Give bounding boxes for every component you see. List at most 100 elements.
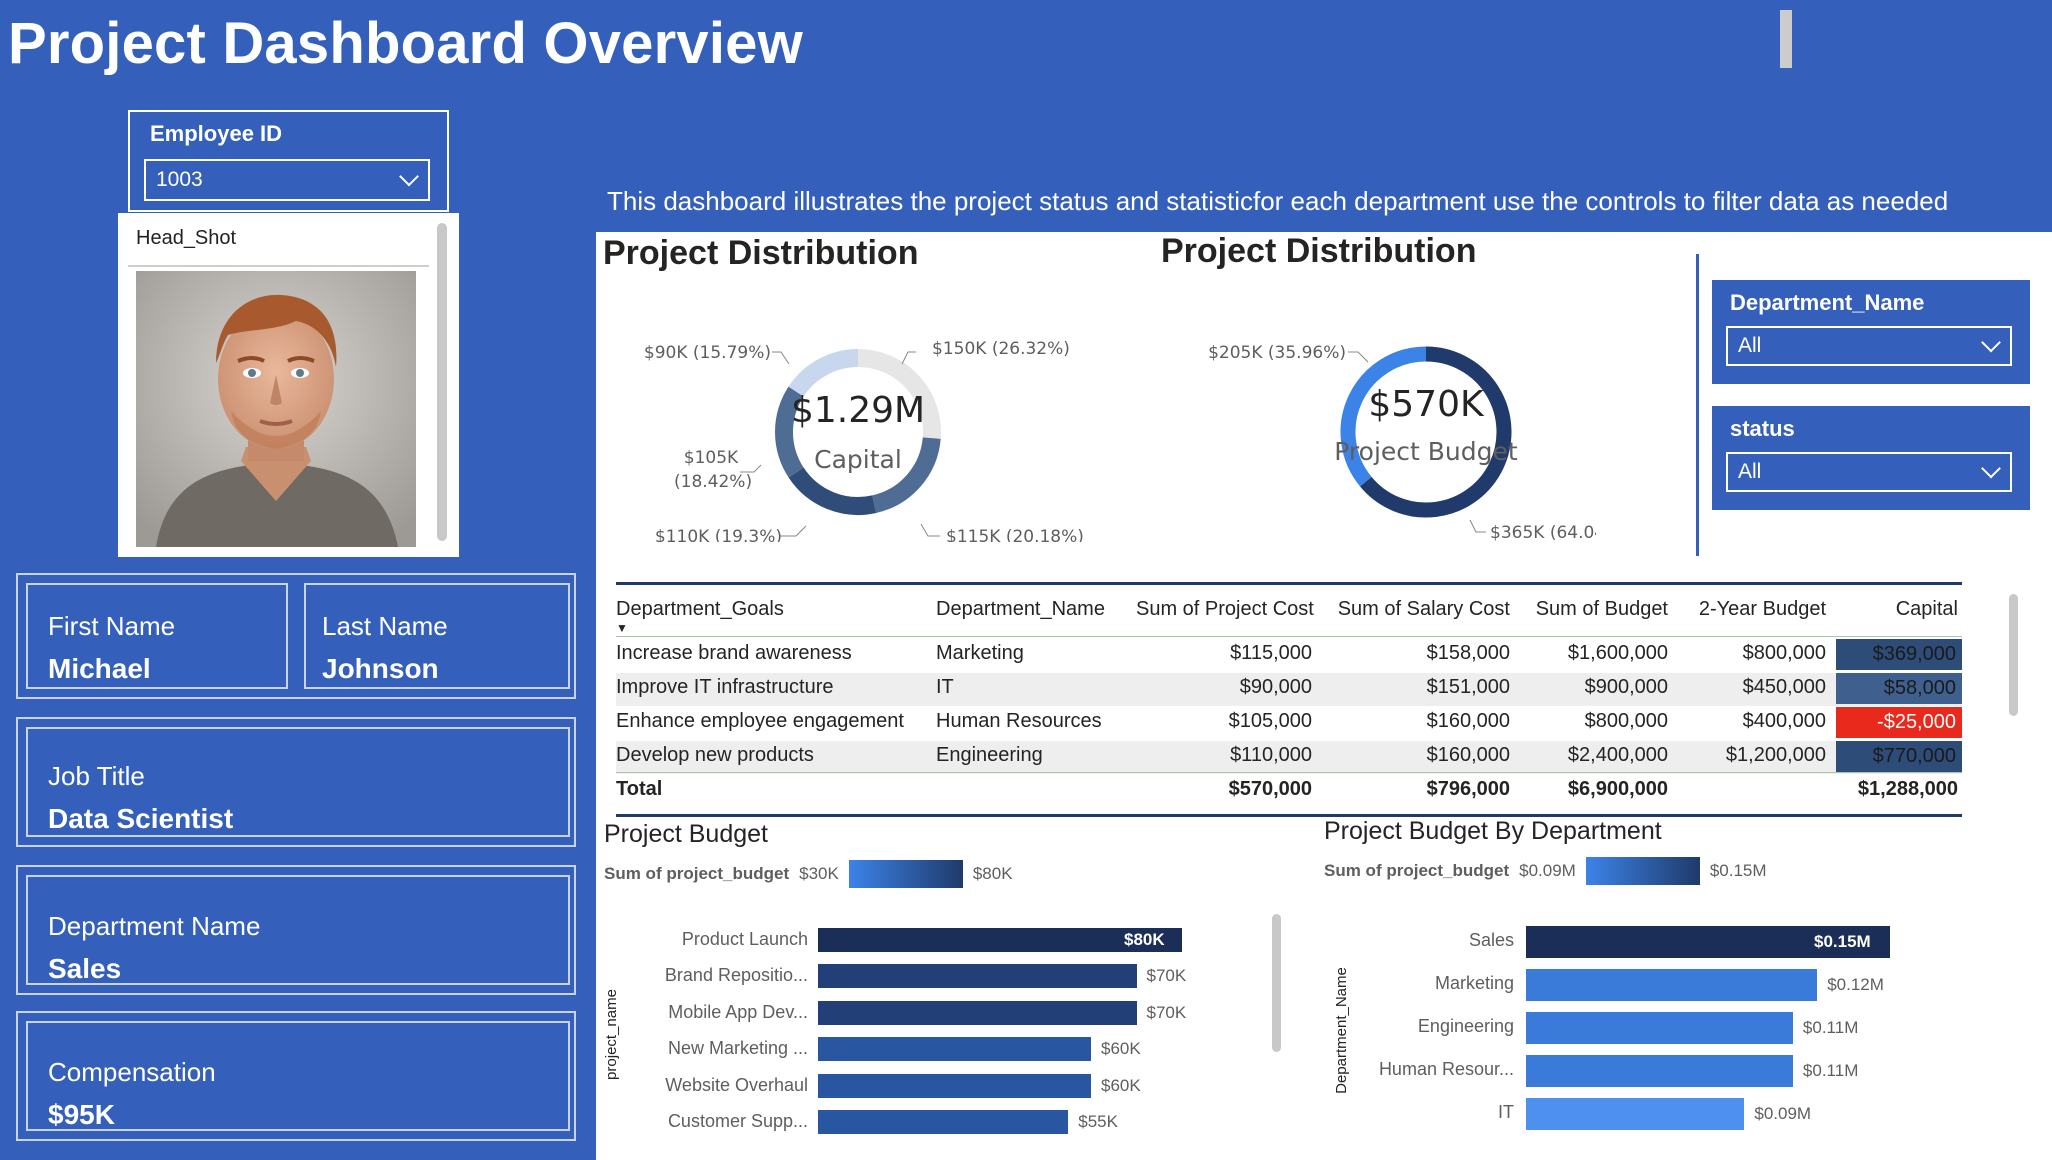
- compensation-value: $95K: [48, 1099, 115, 1130]
- table-cell: $90,000: [1239, 676, 1312, 698]
- scrollbar[interactable]: [437, 223, 447, 541]
- department-budget-legend: Sum of project_budget $0.09M $0.15M: [1324, 857, 1767, 885]
- capital-label-115k: $115K (20.18%): [946, 527, 1084, 542]
- chevron-down-icon: [1981, 458, 2001, 479]
- drag-handle[interactable]: [1780, 10, 1792, 68]
- job-title-card: Job Title Data Scientist: [16, 717, 576, 847]
- department-filter-value: All: [1738, 334, 1762, 357]
- bar[interactable]: [818, 964, 1137, 988]
- bar-value-label: $0.12M: [1827, 975, 1884, 994]
- bar-chart-scrollbar[interactable]: [1272, 914, 1281, 1052]
- table-cell: IT: [936, 676, 954, 698]
- chevron-down-icon: [399, 166, 419, 187]
- table-cell: Increase brand awareness: [616, 642, 852, 664]
- legend-label: Sum of project_budget: [604, 864, 790, 883]
- bar-value-label: $0.11M: [1802, 1018, 1859, 1037]
- table-header: Department_Goals: [616, 598, 784, 620]
- table-header: Department_Name: [936, 598, 1105, 620]
- department-budget-title: Project Budget By Department: [1324, 817, 1662, 845]
- slice-110k[interactable]: [788, 467, 877, 515]
- department-axis-label: Department_Name: [1332, 967, 1350, 1094]
- bar-category-label: Marketing: [1434, 973, 1514, 993]
- status-filter-label: status: [1730, 416, 1795, 441]
- legend-min: $0.09M: [1519, 861, 1576, 880]
- table-cell: Marketing: [936, 642, 1024, 664]
- table-total-divider: [616, 772, 1962, 773]
- bar[interactable]: [1526, 1098, 1745, 1130]
- department-card: Department Name Sales: [16, 865, 576, 995]
- table-total-cell: $1,288,000: [1857, 778, 1958, 800]
- capital-center-label: Capital: [814, 445, 902, 474]
- compensation-label: Compensation: [48, 1057, 216, 1087]
- bar[interactable]: [818, 1074, 1091, 1098]
- bar[interactable]: [1526, 969, 1818, 1001]
- bar-value-label: $60K: [1101, 1039, 1141, 1058]
- budget-label-205k: $205K (35.96%): [1208, 343, 1346, 363]
- table-header-divider: [616, 636, 1962, 637]
- capital-label-110k: $110K (19.3%): [655, 527, 782, 542]
- employee-id-dropdown[interactable]: 1003: [144, 159, 430, 201]
- table-cell: $900,000: [1584, 676, 1668, 698]
- status-dropdown[interactable]: All: [1726, 452, 2012, 492]
- bar-category-label: Product Launch: [681, 929, 808, 949]
- department-label: Department Name: [48, 911, 261, 941]
- table-cell: $2,400,000: [1567, 744, 1668, 766]
- bar-value-label: $70K: [1146, 1003, 1187, 1022]
- last-name-panel: Last Name Johnson: [304, 583, 570, 689]
- table-header: Sum of Project Cost: [1136, 598, 1314, 620]
- bar[interactable]: [818, 1001, 1137, 1025]
- bar-category-label: Customer Supp...: [667, 1111, 808, 1131]
- table-cell: Engineering: [936, 744, 1043, 766]
- capital-label-90k: $90K (15.79%): [644, 343, 771, 363]
- bar-category-label: Human Resour...: [1378, 1059, 1514, 1079]
- table-total-cell: $570,000: [1228, 778, 1312, 800]
- bar[interactable]: [1526, 1012, 1793, 1044]
- table-header: 2-Year Budget: [1698, 598, 1826, 620]
- bar-category-label: Sales: [1468, 930, 1514, 950]
- bar-category-label: New Marketing ...: [667, 1038, 808, 1058]
- department-filter-label: Department_Name: [1730, 290, 1925, 315]
- capital-cell: $58,000: [1836, 673, 1962, 704]
- table-cell: $450,000: [1742, 676, 1826, 698]
- bar-value-label: $70K: [1146, 966, 1187, 985]
- bar-category-label: Engineering: [1417, 1016, 1514, 1036]
- capital-label-105k: $105K: [684, 448, 739, 468]
- table-cell: Develop new products: [616, 744, 814, 766]
- budget-total: $570K: [1368, 384, 1485, 425]
- table-cell: $151,000: [1426, 676, 1510, 698]
- department-dropdown[interactable]: All: [1726, 326, 2012, 366]
- capital-total: $1.29M: [791, 390, 925, 431]
- gradient-swatch: [848, 860, 963, 888]
- table-header: Sum of Budget: [1535, 598, 1668, 620]
- slice-90k[interactable]: [788, 349, 859, 397]
- project-budget-title: Project Budget: [604, 820, 768, 848]
- page-title: Project Dashboard Overview: [8, 11, 803, 76]
- employee-id-slicer: Employee ID 1003: [128, 110, 449, 212]
- table-bottom-border: [616, 814, 1962, 817]
- budget-chart-title: Project Distribution: [1161, 232, 1477, 270]
- bar[interactable]: [818, 1037, 1091, 1061]
- table-cell: Improve IT infrastructure: [616, 676, 834, 698]
- table-cell: $800,000: [1584, 710, 1668, 732]
- last-name-label: Last Name: [322, 611, 448, 641]
- bar[interactable]: [818, 1110, 1069, 1134]
- divider: [128, 265, 429, 267]
- table-total-cell: $796,000: [1426, 778, 1510, 800]
- bar-category-label: IT: [1498, 1102, 1514, 1122]
- slice-365k[interactable]: [1360, 346, 1512, 518]
- budget-label-365k: $365K (64.04%): [1490, 523, 1596, 542]
- sort-arrow-icon[interactable]: ▼: [616, 621, 628, 635]
- project-budget-legend: Sum of project_budget $30K $80K: [604, 860, 1013, 888]
- capital-donut-chart: $90K (15.79%) $150K (26.32%) $105K (18.4…: [644, 339, 1084, 542]
- table-scrollbar[interactable]: [2009, 594, 2018, 716]
- main-panel: Project Distribution $90K (15.79%) $150K…: [596, 232, 2052, 1160]
- bar-value-label: $60K: [1101, 1076, 1141, 1095]
- headshot-card: Head_Shot: [118, 213, 459, 557]
- department-slicer: Department_Name All: [1712, 280, 2030, 384]
- job-title-value: Data Scientist: [48, 803, 234, 834]
- capital-cell: -$25,000: [1836, 707, 1962, 738]
- bar[interactable]: [1526, 1055, 1793, 1087]
- bar-category-label: Website Overhaul: [665, 1075, 808, 1095]
- department-panel: Department Name Sales: [26, 875, 570, 985]
- bar-value-label: $0.15M: [1814, 932, 1871, 951]
